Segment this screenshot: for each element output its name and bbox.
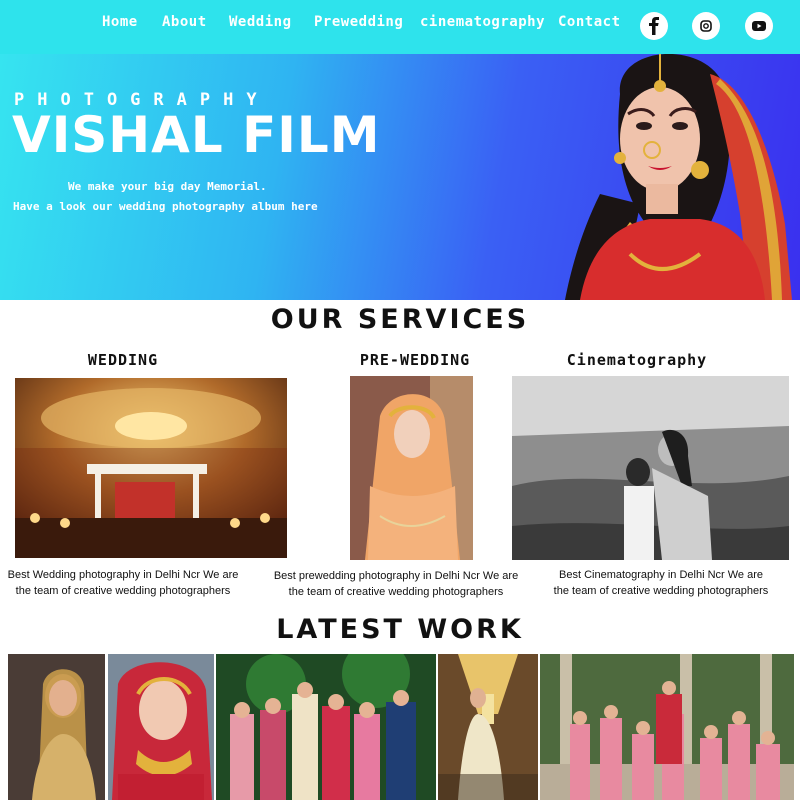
service-desc-line: the team of creative wedding photographe… [15, 585, 231, 597]
service-title-cinematography: Cinematography [566, 351, 708, 369]
facebook-icon[interactable] [640, 12, 668, 40]
top-navigation: Home About Wedding Prewedding cinematogr… [0, 0, 800, 54]
service-desc-wedding: Best Wedding photography in Delhi Ncr We… [0, 567, 246, 599]
cinematography-couple-photo[interactable] [512, 376, 789, 560]
service-desc-line: Best Cinematography in Delhi Ncr We are [559, 569, 763, 581]
latest-work-photo[interactable] [216, 654, 436, 800]
instagram-icon[interactable] [692, 12, 720, 40]
service-desc-line: Best Wedding photography in Delhi Ncr We… [7, 569, 239, 581]
latest-work-heading: LATEST WORK [276, 614, 524, 645]
nav-link-contact[interactable]: Contact [558, 14, 621, 30]
hero-banner: PHOTOGRAPHY VISHAL FILM We make your big… [0, 54, 800, 300]
services-heading: OUR SERVICES [270, 304, 530, 335]
nav-link-prewedding[interactable]: Prewedding [314, 14, 403, 30]
prewedding-bride-photo[interactable] [350, 376, 473, 560]
hero-tagline: We make your big day Memorial. [68, 180, 267, 193]
service-desc-prewedding: Best prewedding photography in Delhi Ncr… [266, 568, 526, 600]
youtube-icon[interactable] [745, 12, 773, 40]
service-title-prewedding: PRE-WEDDING [359, 351, 471, 369]
service-desc-line: the team of creative wedding photographe… [553, 585, 769, 597]
service-desc-line: the team of creative wedding photographe… [288, 586, 504, 598]
service-desc-cinematography: Best Cinematography in Delhi Ncr We are … [540, 567, 782, 599]
service-desc-line: Best prewedding photography in Delhi Ncr… [273, 570, 519, 582]
nav-link-cinematography[interactable]: cinematography [420, 14, 545, 30]
hero-bride-photo [560, 54, 800, 300]
nav-link-about[interactable]: About [162, 14, 207, 30]
latest-work-photo[interactable] [108, 654, 214, 800]
latest-work-photo[interactable] [540, 654, 794, 800]
latest-work-photo[interactable] [438, 654, 538, 800]
hero-tagline-secondary: Have a look our wedding photography albu… [13, 200, 318, 213]
wedding-venue-photo[interactable] [15, 378, 287, 558]
latest-work-photo[interactable] [8, 654, 105, 800]
nav-link-home[interactable]: Home [102, 14, 138, 30]
service-title-wedding: WEDDING [87, 351, 159, 369]
nav-link-wedding[interactable]: Wedding [229, 14, 292, 30]
hero-title: VISHAL FILM [12, 106, 381, 164]
